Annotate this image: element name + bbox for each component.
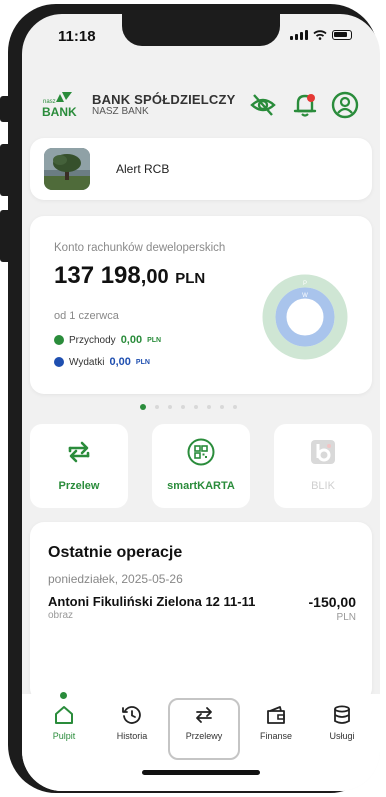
wifi-icon — [313, 30, 327, 40]
pager-dot[interactable] — [220, 405, 224, 409]
database-icon — [334, 705, 350, 724]
account-balance: 137 198,00 PLN — [54, 262, 205, 290]
signal-icon — [290, 30, 308, 40]
alert-label: Alert RCB — [116, 162, 170, 176]
tab-pulpit[interactable]: Pulpit — [34, 704, 94, 741]
operation-amount: -150,00 — [308, 594, 356, 610]
tab-historia-label: Historia — [116, 731, 148, 741]
tab-przelewy-label: Przelewy — [185, 731, 223, 741]
donut-outer-label: P — [303, 281, 307, 287]
quick-smartkarta-button[interactable]: smartKARTA — [152, 424, 250, 508]
transfer-icon — [68, 441, 90, 463]
tab-historia[interactable]: Historia — [102, 704, 162, 741]
pager-dot[interactable] — [181, 405, 185, 409]
qr-card-icon — [187, 438, 215, 466]
expense-value: 0,00 — [109, 356, 131, 368]
operation-description: obraz — [48, 610, 74, 621]
blik-icon — [311, 440, 335, 464]
wallet-icon — [267, 706, 285, 724]
pager-dot[interactable] — [168, 405, 172, 409]
recent-operations-card: Ostatnie operacje poniedziałek, 2025-05-… — [30, 522, 372, 702]
pager-dot[interactable] — [140, 404, 146, 410]
tab-uslugi[interactable]: Usługi — [312, 704, 372, 741]
pager-dot[interactable] — [207, 405, 211, 409]
profile-icon[interactable] — [330, 90, 360, 120]
tab-przelewy[interactable]: Przelewy — [174, 704, 234, 741]
active-tab-dot — [60, 692, 67, 699]
volume-up-button — [0, 144, 8, 196]
app-header: nasz BANK BANK SPÓŁDZIELCZY NASZ BANK — [36, 84, 366, 124]
expense-legend: Wydatki 0,00 PLN — [54, 356, 150, 368]
logo-text-bottom: BANK — [42, 105, 77, 119]
tab-uslugi-label: Usługi — [329, 731, 355, 741]
expense-dot — [54, 357, 64, 367]
period-label: od 1 czerwca — [54, 310, 119, 322]
tab-finanse[interactable]: Finanse — [246, 704, 306, 741]
pager-dot[interactable] — [194, 405, 198, 409]
expense-label: Wydatki — [69, 356, 105, 368]
notch — [122, 14, 280, 46]
quick-blik-label: BLIK — [311, 480, 335, 492]
balance-donut-chart: P W — [262, 274, 348, 360]
alert-thumbnail — [44, 148, 90, 190]
income-dot — [54, 335, 64, 345]
bank-logo: nasz BANK — [42, 92, 77, 119]
operation-currency: PLN — [336, 612, 356, 623]
quick-transfer-button[interactable]: Przelew — [30, 424, 128, 508]
operations-title: Ostatnie operacje — [48, 544, 183, 561]
tab-pulpit-label: Pulpit — [52, 731, 76, 741]
transfer-icon — [196, 707, 212, 723]
bank-name: BANK SPÓŁDZIELCZY — [92, 92, 236, 107]
pager-dot[interactable] — [155, 405, 159, 409]
alert-rcb-card[interactable]: Alert RCB — [30, 138, 372, 200]
bottom-tab-bar: Pulpit Historia Przelewy Finanse Usługi — [22, 692, 380, 791]
income-label: Przychody — [69, 334, 116, 346]
balance-integer: 137 198 — [54, 262, 141, 289]
balance-decimal: ,00 — [140, 266, 169, 288]
home-icon — [55, 706, 73, 724]
account-card[interactable]: Konto rachunków deweloperskich 137 198,0… — [30, 216, 372, 394]
balance-currency: PLN — [175, 270, 206, 287]
status-time: 11:18 — [58, 28, 96, 45]
volume-down-button — [0, 210, 8, 262]
app-screen: 11:18 nasz BANK BANK SPÓŁDZIELCZY NASZ B… — [22, 14, 380, 791]
income-legend: Przychody 0,00 PLN — [54, 334, 161, 346]
eye-off-icon[interactable] — [248, 90, 278, 120]
account-name: Konto rachunków deweloperskich — [54, 242, 226, 254]
silent-switch — [0, 96, 8, 122]
notification-bell-icon[interactable] — [290, 90, 320, 120]
donut-inner-label: W — [302, 293, 308, 299]
pager-dot[interactable] — [233, 405, 237, 409]
carousel-pager — [140, 404, 237, 410]
tab-finanse-label: Finanse — [259, 731, 293, 741]
home-indicator[interactable] — [142, 770, 260, 775]
quick-blik-button[interactable]: BLIK — [274, 424, 372, 508]
expense-currency: PLN — [135, 358, 150, 366]
bank-subname: NASZ BANK — [92, 106, 149, 117]
battery-icon — [332, 30, 352, 40]
phone-frame: 11:18 nasz BANK BANK SPÓŁDZIELCZY NASZ B… — [8, 4, 380, 793]
income-value: 0,00 — [120, 334, 143, 346]
quick-smartkarta-label: smartKARTA — [167, 480, 235, 492]
status-icons — [290, 30, 352, 40]
income-currency: PLN — [147, 336, 162, 344]
quick-transfer-label: Przelew — [58, 480, 100, 492]
operation-name: Antoni Fikuliński Zielona 12 11-11 — [48, 594, 256, 609]
operations-date: poniedziałek, 2025-05-26 — [48, 572, 183, 586]
history-icon — [122, 706, 141, 724]
